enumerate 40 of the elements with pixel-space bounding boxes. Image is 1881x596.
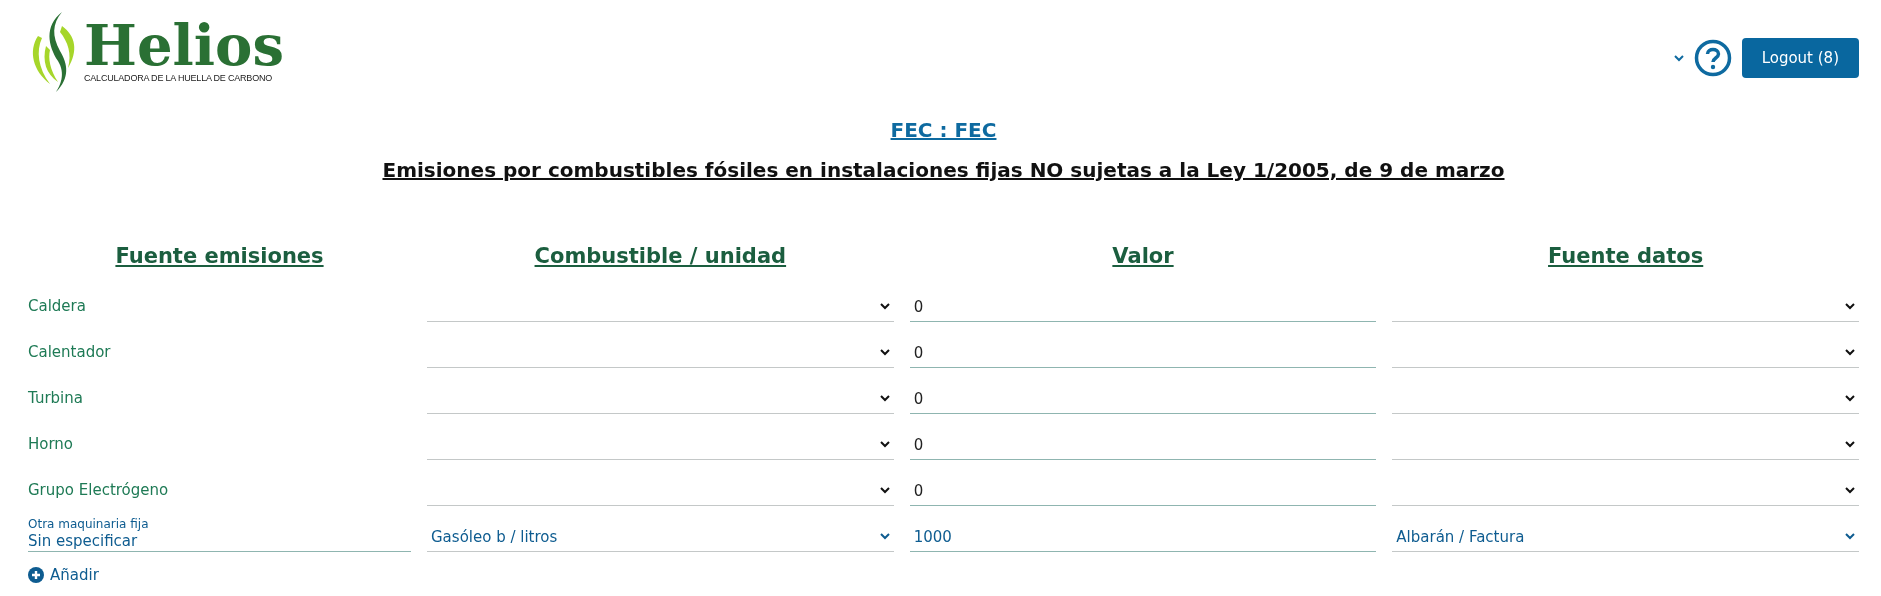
logo-tagline: CALCULADORA DE LA HUELLA DE CARBONO (84, 73, 274, 83)
chevron-down-icon (1845, 487, 1855, 494)
column-header: Fuente emisiones (115, 244, 324, 268)
value-field[interactable]: 0 (909, 430, 1377, 460)
chevron-down-icon (879, 303, 890, 310)
chevron-down-icon (879, 487, 890, 494)
help-icon[interactable] (1693, 39, 1732, 77)
column-header: Fuente datos (1548, 244, 1704, 268)
column-header: Valor (1112, 244, 1174, 268)
chevron-down-icon (1845, 303, 1855, 310)
chevron-down-icon[interactable] (1673, 54, 1684, 62)
plus-circle-icon (28, 567, 44, 583)
value-field[interactable]: 0 (909, 384, 1377, 414)
source-label: Grupo Electrógeno (28, 481, 170, 499)
source-label: Horno (28, 435, 75, 453)
chevron-down-icon (879, 441, 890, 448)
chevron-down-icon (1845, 395, 1855, 402)
value-field[interactable]: 0 (909, 292, 1377, 322)
source-label: Calentador (28, 343, 112, 361)
chevron-down-icon (879, 533, 890, 540)
chevron-down-icon (879, 395, 890, 402)
column-header: Combustible / unidad (534, 244, 787, 268)
select-field[interactable]: Gasóleo b / litros (427, 522, 894, 552)
field-label: Otra maquinaria fija (28, 518, 150, 530)
value-field[interactable]: 0 (909, 476, 1377, 506)
source-label: Caldera (28, 297, 87, 315)
section-link[interactable]: FEC : FEC (890, 118, 997, 142)
source-input-field[interactable]: Sin especificar (28, 530, 411, 552)
logout-button[interactable]: Logout (8) (1741, 38, 1859, 78)
chevron-down-icon (1845, 441, 1855, 448)
add-button[interactable]: Añadir (28, 566, 99, 584)
value-field[interactable]: 1000 (909, 522, 1377, 552)
select-field[interactable]: Albarán / Factura (1392, 522, 1859, 552)
value-field[interactable]: 0 (909, 338, 1377, 368)
source-label: Turbina (28, 389, 84, 407)
chevron-down-icon (879, 349, 890, 356)
page-subtitle: Emisiones por combustibles fósiles en instalaciones fijas NO sujetas a la Ley 1/2005, de 9 de marzo (382, 158, 1505, 182)
logo-wordmark: Helios (84, 17, 284, 73)
chevron-down-icon (1845, 349, 1855, 356)
chevron-down-icon (1845, 533, 1855, 540)
